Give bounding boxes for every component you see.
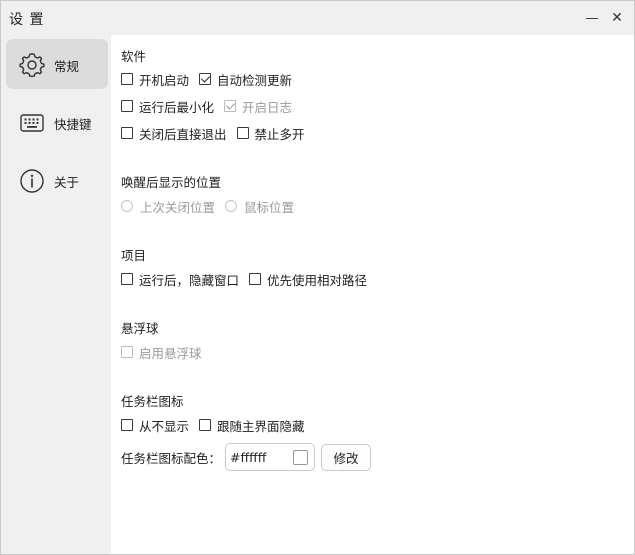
last-close-position-label: 上次关闭位置 <box>140 199 216 215</box>
enable-floating-ball-option: 启用悬浮球 <box>121 343 202 362</box>
sidebar-item-general[interactable]: 常规 <box>6 39 108 89</box>
auto-check-update-checkbox[interactable] <box>199 73 212 85</box>
close-button[interactable]: ✕ <box>604 5 630 31</box>
enable-floating-ball-label: 启用悬浮球 <box>139 345 202 361</box>
last-close-position-radio <box>121 200 133 212</box>
auto-check-update-label: 自动检测更新 <box>217 72 293 88</box>
info-icon <box>20 169 44 193</box>
project-row: 运行后，隐藏窗口 优先使用相对路径 <box>121 270 377 288</box>
window-title: 设 置 <box>9 12 45 28</box>
sidebar-item-shortcuts[interactable]: 快捷键 <box>6 97 108 147</box>
section-title-taskbar-icon: 任务栏图标 <box>121 394 184 409</box>
prefer-relative-path-label: 优先使用相对路径 <box>267 272 368 288</box>
title-bar[interactable]: 设 置 — ✕ <box>1 1 634 35</box>
enable-floating-ball-checkbox <box>121 346 133 358</box>
exit-on-close-checkbox[interactable] <box>121 127 133 139</box>
software-row-1: 开机启动 自动检测更新 <box>121 70 302 88</box>
minimize-after-run-option[interactable]: 运行后最小化 <box>121 97 214 116</box>
software-row-3: 关闭后直接退出 禁止多开 <box>121 124 315 142</box>
wake-position-row: 上次关闭位置 鼠标位置 <box>121 197 304 215</box>
taskbar-color-value: #ffffff <box>230 449 267 465</box>
hide-with-main-checkbox[interactable] <box>199 419 212 431</box>
section-title-software: 软件 <box>121 49 147 64</box>
hide-with-main-option[interactable]: 跟随主界面隐藏 <box>199 416 305 435</box>
prefer-relative-path-option[interactable]: 优先使用相对路径 <box>249 270 367 289</box>
prefer-relative-path-checkbox[interactable] <box>249 273 262 285</box>
sidebar-item-label: 快捷键 <box>54 117 92 132</box>
exit-on-close-label: 关闭后直接退出 <box>139 126 227 142</box>
exit-on-close-option[interactable]: 关闭后直接退出 <box>121 124 227 143</box>
enable-log-label: 开启日志 <box>242 99 293 115</box>
minimize-after-run-label: 运行后最小化 <box>139 99 215 115</box>
mouse-position-option: 鼠标位置 <box>225 197 294 216</box>
enable-log-checkbox <box>224 100 237 112</box>
launch-on-boot-checkbox[interactable] <box>121 73 133 85</box>
taskbar-color-field[interactable]: #ffffff <box>225 443 316 471</box>
sidebar-item-label: 常规 <box>54 59 80 74</box>
section-title-project: 项目 <box>121 248 147 263</box>
keyboard-icon <box>20 114 44 132</box>
last-close-position-option: 上次关闭位置 <box>121 197 215 216</box>
section-title-floating-ball: 悬浮球 <box>121 321 159 336</box>
mouse-position-label: 鼠标位置 <box>244 199 295 215</box>
taskbar-icon-row: 从不显示 跟随主界面隐藏 <box>121 416 315 434</box>
hide-window-after-run-label: 运行后，隐藏窗口 <box>139 272 240 288</box>
settings-content: 软件 开机启动 自动检测更新 运行后最小化 开启日志 关闭后直接退出 禁止多开 … <box>111 35 634 554</box>
gear-icon <box>19 53 45 77</box>
mouse-position-radio <box>225 200 238 212</box>
hide-window-after-run-checkbox[interactable] <box>121 273 133 285</box>
sidebar-item-about[interactable]: 关于 <box>6 155 108 205</box>
enable-log-option: 开启日志 <box>224 97 292 116</box>
never-show-checkbox[interactable] <box>121 419 133 431</box>
modify-button[interactable]: 修改 <box>321 443 372 471</box>
section-title-wake-position: 唤醒后显示的位置 <box>121 175 222 190</box>
floating-ball-row: 启用悬浮球 <box>121 343 212 361</box>
disable-multi-open-label: 禁止多开 <box>254 126 305 142</box>
taskbar-color-row: 任务栏图标配色： #ffffff 修改 <box>121 443 372 471</box>
never-show-option[interactable]: 从不显示 <box>121 416 189 435</box>
color-swatch[interactable] <box>293 450 309 465</box>
hide-window-after-run-option[interactable]: 运行后，隐藏窗口 <box>121 270 239 289</box>
settings-window: 设 置 — ✕ 常规 快捷键 关于 软件 开机启动 自动检测更新 运行后最小化 … <box>0 0 635 555</box>
never-show-label: 从不显示 <box>139 418 190 434</box>
taskbar-color-label: 任务栏图标配色： <box>121 450 222 466</box>
disable-multi-open-option[interactable]: 禁止多开 <box>236 124 305 143</box>
hide-with-main-label: 跟随主界面隐藏 <box>217 418 305 434</box>
launch-on-boot-option[interactable]: 开机启动 <box>121 70 189 89</box>
auto-check-update-option[interactable]: 自动检测更新 <box>199 70 292 89</box>
minimize-button[interactable]: — <box>579 5 605 31</box>
sidebar: 常规 快捷键 关于 <box>1 35 111 554</box>
sidebar-item-label: 关于 <box>54 175 80 190</box>
disable-multi-open-checkbox[interactable] <box>236 127 249 139</box>
minimize-after-run-checkbox[interactable] <box>121 100 133 112</box>
software-row-2: 运行后最小化 开启日志 <box>121 97 302 115</box>
launch-on-boot-label: 开机启动 <box>139 72 190 88</box>
